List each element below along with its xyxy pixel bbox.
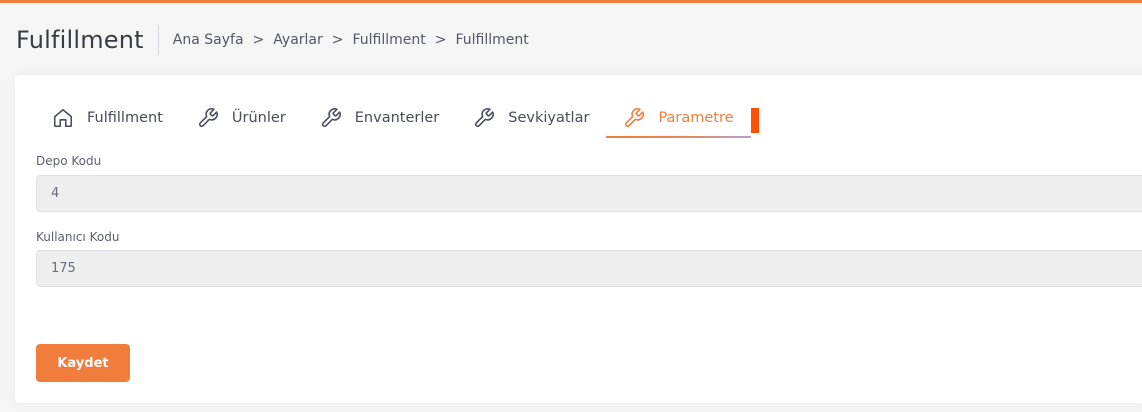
tab-label: Envanterler — [354, 110, 440, 126]
kullanici-kodu-label: Kullanıcı Kodu — [36, 230, 120, 244]
wrench-icon — [320, 107, 342, 129]
tab-shipments[interactable]: Sevkiyatlar — [456, 100, 606, 136]
breadcrumb-current: Fulfillment — [455, 32, 529, 48]
tab-bar: Fulfillment Ürünler Envanterler Sevkiyat… — [35, 100, 751, 138]
tab-label: Sevkiyatlar — [508, 110, 590, 126]
depo-kodu-field[interactable] — [36, 175, 1142, 212]
top-accent-bar — [0, 0, 1142, 3]
wrench-icon — [473, 107, 495, 129]
chevron-right-icon: > — [434, 32, 447, 48]
tab-focus-marker — [751, 108, 759, 133]
breadcrumb-settings[interactable]: Ayarlar — [273, 32, 322, 48]
tab-fulfillment[interactable]: Fulfillment — [35, 100, 180, 136]
tab-products[interactable]: Ürünler — [180, 100, 303, 136]
chevron-right-icon: > — [331, 32, 344, 48]
depo-kodu-label: Depo Kodu — [36, 154, 102, 168]
page-title: Fulfillment — [16, 25, 159, 55]
kullanici-kodu-field[interactable] — [36, 250, 1142, 287]
tab-label: Parametre — [658, 110, 734, 126]
wrench-icon — [623, 107, 645, 129]
chevron-right-icon: > — [252, 32, 265, 48]
wrench-icon — [197, 107, 219, 129]
tab-inventory[interactable]: Envanterler — [303, 100, 457, 136]
tab-label: Ürünler — [231, 110, 286, 126]
breadcrumb-fulfillment[interactable]: Fulfillment — [353, 32, 426, 48]
save-button[interactable]: Kaydet — [36, 344, 130, 382]
tab-parameters[interactable]: Parametre — [606, 100, 751, 138]
breadcrumb: Ana Sayfa > Ayarlar > Fulfillment > Fulf… — [173, 32, 529, 48]
home-icon — [52, 107, 74, 129]
tab-label: Fulfillment — [87, 110, 163, 126]
breadcrumb-home[interactable]: Ana Sayfa — [173, 32, 244, 48]
settings-card: Fulfillment Ürünler Envanterler Sevkiyat… — [15, 75, 1142, 403]
subheader: Fulfillment Ana Sayfa > Ayarlar > Fulfil… — [16, 22, 529, 58]
